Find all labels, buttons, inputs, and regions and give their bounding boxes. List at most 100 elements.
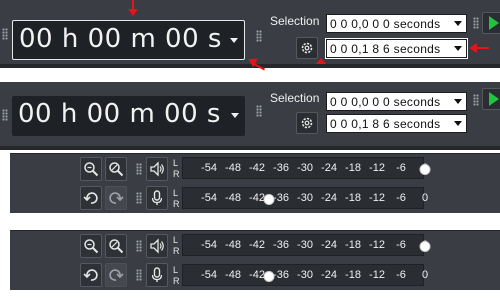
- recording-volume-slider[interactable]: [263, 271, 275, 282]
- channel-right-label: R: [173, 169, 180, 179]
- meter-tick-label: -54: [201, 162, 217, 174]
- playback-meter[interactable]: 0-6-12-18-24-30-36-42-48-54: [182, 157, 431, 179]
- playback-volume-slider[interactable]: [419, 241, 431, 252]
- zoom-out-button[interactable]: [105, 157, 127, 181]
- time-display[interactable]: 00 h 00 m 00 s: [12, 20, 245, 60]
- meter-tick-label: -24: [321, 162, 337, 174]
- undo-button[interactable]: [80, 263, 102, 287]
- selection-settings-button[interactable]: [296, 37, 318, 59]
- meter-tick-label: -12: [369, 162, 385, 174]
- selection-end-text: 0 0 0,1 8 6 seconds: [330, 42, 441, 56]
- selection-settings-button[interactable]: [296, 112, 318, 134]
- selection-end-field[interactable]: 0 0 0,1 8 6 seconds: [325, 38, 468, 59]
- meter-tick-label: -54: [201, 192, 217, 204]
- gear-icon: [301, 117, 313, 129]
- undo-icon: [83, 269, 98, 281]
- meter-tick-label: -18: [345, 239, 361, 251]
- play-button[interactable]: [482, 12, 500, 34]
- redo-icon: [109, 269, 124, 281]
- selection-start-field[interactable]: 0 0 0,0 0 0 seconds: [326, 92, 467, 111]
- time-toolbar: 00 h 00 m 00 s Selection 0 0 0,0 0 0 sec…: [0, 82, 500, 150]
- meter-tick-label: -30: [297, 239, 313, 251]
- time-text: 00 h 00 m 00 s: [18, 99, 221, 129]
- dropdown-caret-icon[interactable]: [454, 46, 462, 51]
- zoom-in-button[interactable]: [80, 157, 102, 181]
- redo-button[interactable]: [105, 186, 127, 210]
- grip-icon[interactable]: [136, 240, 142, 252]
- microphone-icon: [151, 190, 163, 205]
- meter-panel: L R L R 0-6-12-18-24-30-36-42-48-54 0-6-…: [10, 153, 500, 213]
- playback-meter-button[interactable]: [146, 234, 168, 258]
- meter-tick-label: -30: [297, 162, 313, 174]
- selection-label: Selection: [270, 14, 320, 28]
- dropdown-caret-icon[interactable]: [230, 38, 238, 43]
- recording-meter-button[interactable]: [146, 186, 168, 210]
- grip-icon[interactable]: [136, 269, 142, 281]
- meter-tick-label: -36: [273, 192, 289, 204]
- time-toolbar-annotated: 00 h 00 m 00 s Selection 0 0 0,0 0 0 sec…: [0, 0, 500, 71]
- zoom-in-button[interactable]: [80, 234, 102, 258]
- meter-tick-label: -18: [345, 162, 361, 174]
- playback-meter[interactable]: 0-6-12-18-24-30-36-42-48-54: [182, 234, 431, 256]
- meter-tick-label: -24: [321, 269, 337, 281]
- selection-end-field[interactable]: 0 0 0,1 8 6 seconds: [326, 114, 467, 133]
- speaker-icon: [150, 238, 164, 254]
- play-icon: [489, 16, 499, 30]
- zoom-in-icon: [84, 239, 99, 254]
- meter-tick-label: -18: [345, 269, 361, 281]
- recording-meter[interactable]: 0 -6 -12 -18 -24 -30 -36 -42 -48 -54: [182, 264, 428, 286]
- zoom-out-icon: [109, 239, 124, 254]
- meter-tick-label: -6: [396, 192, 406, 204]
- gear-icon: [301, 42, 313, 54]
- dropdown-caret-icon[interactable]: [231, 113, 239, 118]
- playback-volume-slider[interactable]: [419, 164, 431, 175]
- playback-meter-button[interactable]: [146, 157, 168, 181]
- dropdown-caret-icon[interactable]: [454, 99, 462, 104]
- speaker-icon: [150, 161, 164, 177]
- play-button[interactable]: [482, 88, 500, 110]
- annotation-arrow-head: [128, 9, 138, 16]
- undo-button[interactable]: [80, 186, 102, 210]
- grip-icon[interactable]: [136, 163, 142, 175]
- meter-tick-label: -24: [321, 239, 337, 251]
- selection-label: Selection: [270, 91, 320, 105]
- zoom-out-button[interactable]: [105, 234, 127, 258]
- dropdown-caret-icon[interactable]: [454, 121, 462, 126]
- meter-tick-label: -48: [225, 192, 241, 204]
- grip-icon[interactable]: [256, 105, 262, 117]
- meter-tick-label: -36: [273, 269, 289, 281]
- recording-meter[interactable]: 0 -6 -12 -18 -24 -30 -36 -42 -48 -54: [182, 187, 428, 209]
- time-display[interactable]: 00 h 00 m 00 s: [12, 96, 245, 136]
- meter-tick-label: -30: [297, 192, 313, 204]
- undo-icon: [83, 192, 98, 204]
- meter-tick-label: -18: [345, 192, 361, 204]
- meter-tick-label: -6: [396, 162, 406, 174]
- grip-icon[interactable]: [473, 17, 479, 29]
- selection-end-text: 0 0 0,1 8 6 seconds: [330, 117, 441, 131]
- recording-meter-button[interactable]: [146, 263, 168, 287]
- selection-start-text: 0 0 0,0 0 0 seconds: [330, 95, 441, 109]
- meter-panel: L R L R 0-6-12-18-24-30-36-42-48-54 0-6-…: [10, 230, 500, 290]
- meter-tick-label: -54: [201, 269, 217, 281]
- channel-left-label: L: [173, 265, 179, 275]
- zoom-out-icon: [109, 162, 124, 177]
- play-icon: [489, 92, 499, 106]
- dropdown-caret-icon[interactable]: [454, 21, 462, 26]
- toolbar-divider: [0, 146, 500, 150]
- channel-right-label: R: [173, 246, 180, 256]
- recording-volume-slider[interactable]: [263, 194, 275, 205]
- meter-tick-label: -42: [249, 162, 265, 174]
- meter-tick-label: 0: [421, 269, 429, 281]
- grip-icon[interactable]: [256, 30, 262, 42]
- redo-button[interactable]: [105, 263, 127, 287]
- time-text: 00 h 00 m 00 s: [19, 24, 222, 54]
- channel-right-label: R: [173, 276, 180, 286]
- meter-tick-label: 0: [421, 192, 429, 204]
- grip-icon[interactable]: [473, 94, 479, 106]
- grip-icon[interactable]: [136, 192, 142, 204]
- channel-left-label: L: [173, 188, 179, 198]
- grip-icon[interactable]: [2, 28, 8, 40]
- grip-icon[interactable]: [2, 109, 8, 121]
- selection-start-field[interactable]: 0 0 0,0 0 0 seconds: [326, 14, 467, 33]
- selection-start-text: 0 0 0,0 0 0 seconds: [330, 17, 441, 31]
